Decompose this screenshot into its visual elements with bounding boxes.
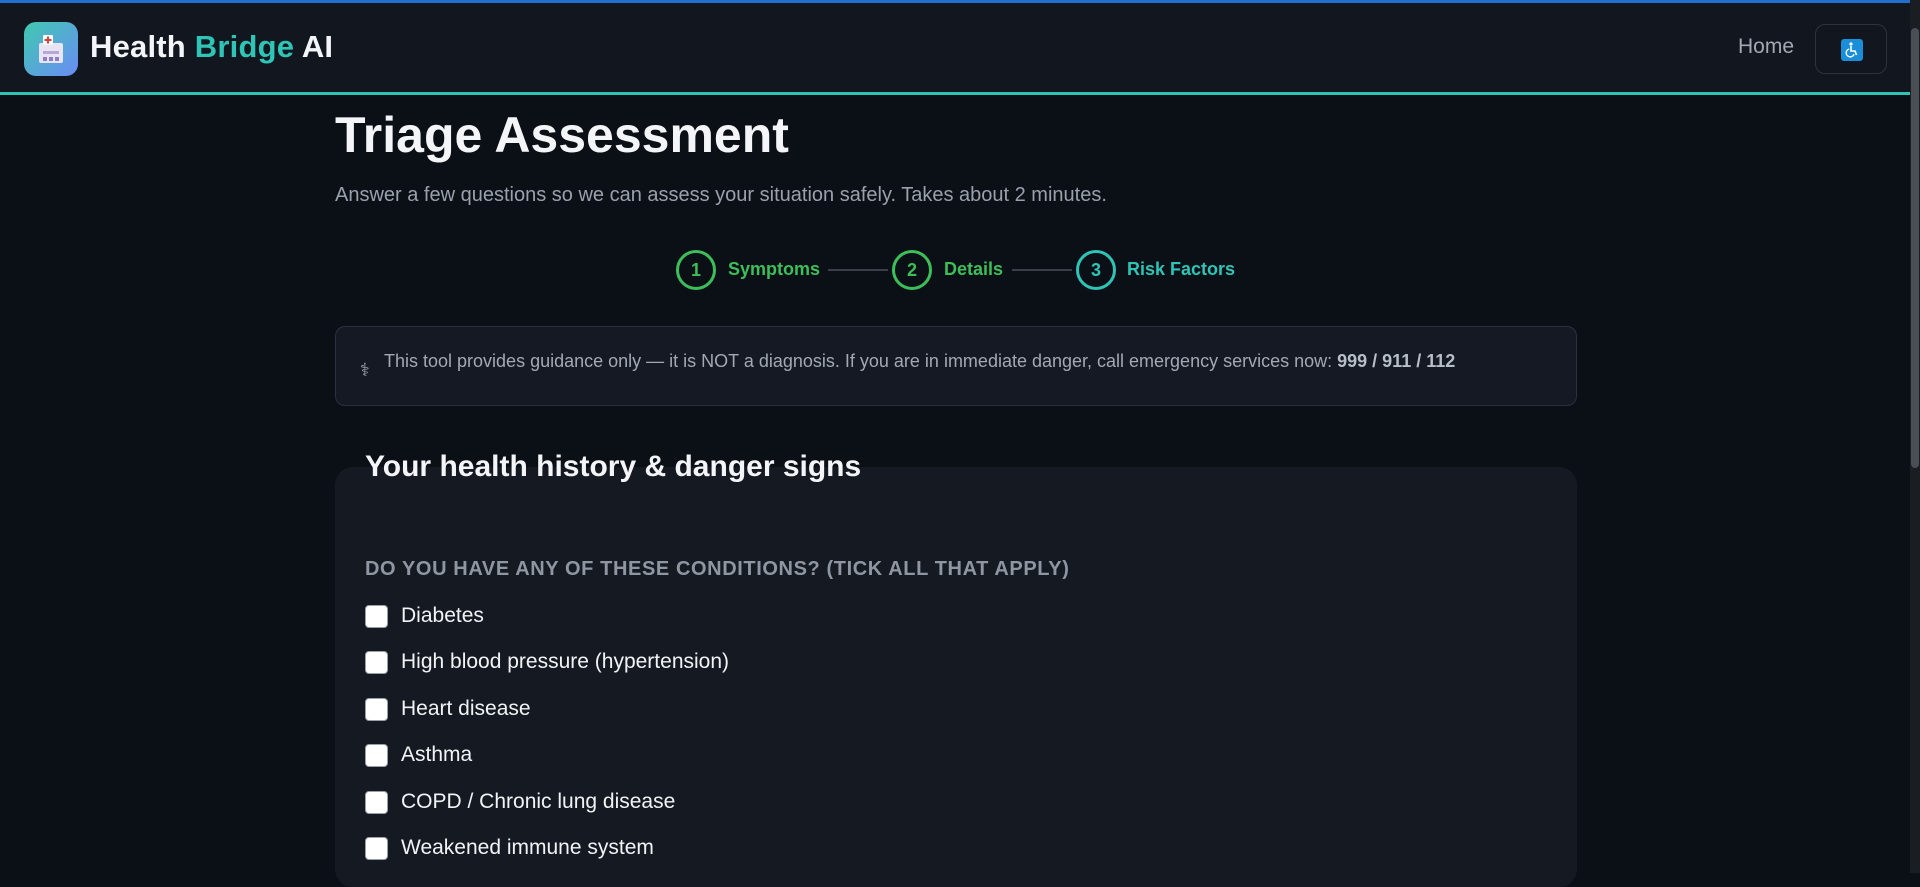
page-title: Triage Assessment — [335, 107, 789, 163]
disclaimer-notice: ⚕ This tool provides guidance only — it … — [335, 326, 1577, 406]
emergency-numbers: 999 / 911 / 112 — [1337, 351, 1456, 371]
accessibility-button[interactable] — [1815, 24, 1887, 74]
app-header: Health Bridge AI Home — [0, 3, 1910, 95]
page-subtitle: Answer a few questions so we can assess … — [335, 184, 1107, 206]
condition-checkbox[interactable] — [365, 651, 388, 674]
condition-label: COPD / Chronic lung disease — [401, 790, 676, 813]
card-title: Your health history & danger signs — [365, 450, 862, 483]
step-1-circle: 1 — [676, 250, 716, 290]
scrollbar-thumb[interactable] — [1911, 28, 1919, 468]
logo[interactable] — [24, 22, 78, 76]
step-1-label: Symptoms — [728, 259, 821, 279]
step-3-circle: 3 — [1076, 250, 1116, 290]
disclaimer-message: This tool provides guidance only — it is… — [384, 351, 1333, 371]
condition-label: Diabetes — [401, 604, 484, 627]
step-3-label: Risk Factors — [1127, 259, 1236, 279]
step-2-label: Details — [944, 259, 1004, 279]
step-connector-2 — [1012, 269, 1072, 271]
wheelchair-icon — [1841, 39, 1863, 61]
nav-home-link[interactable]: Home — [1738, 35, 1794, 59]
brand-name[interactable]: Health Bridge AI — [90, 29, 333, 65]
condition-checkbox[interactable] — [365, 744, 388, 767]
disclaimer-text: This tool provides guidance only — it is… — [384, 351, 1455, 372]
condition-label: Asthma — [401, 743, 473, 766]
step-2-circle: 2 — [892, 250, 932, 290]
progress-stepper: 1 Symptoms 2 Details 3 Risk Factors — [676, 250, 1276, 290]
condition-label: Heart disease — [401, 697, 531, 720]
brand-part-1: Health — [90, 29, 186, 64]
condition-checkbox[interactable] — [365, 837, 388, 860]
conditions-question: Do you have any of these conditions? (Ti… — [365, 558, 1070, 580]
brand-part-3: AI — [301, 29, 334, 64]
condition-label: Weakened immune system — [401, 836, 654, 859]
condition-label: High blood pressure (hypertension) — [401, 650, 730, 673]
condition-checkbox[interactable] — [365, 605, 388, 628]
condition-checkbox[interactable] — [365, 698, 388, 721]
step-connector-1 — [828, 269, 888, 271]
condition-checkbox[interactable] — [365, 791, 388, 814]
hospital-icon — [39, 35, 63, 63]
health-history-card — [335, 467, 1577, 887]
caduceus-icon: ⚕ — [360, 360, 370, 380]
brand-part-2: Bridge — [194, 29, 295, 64]
